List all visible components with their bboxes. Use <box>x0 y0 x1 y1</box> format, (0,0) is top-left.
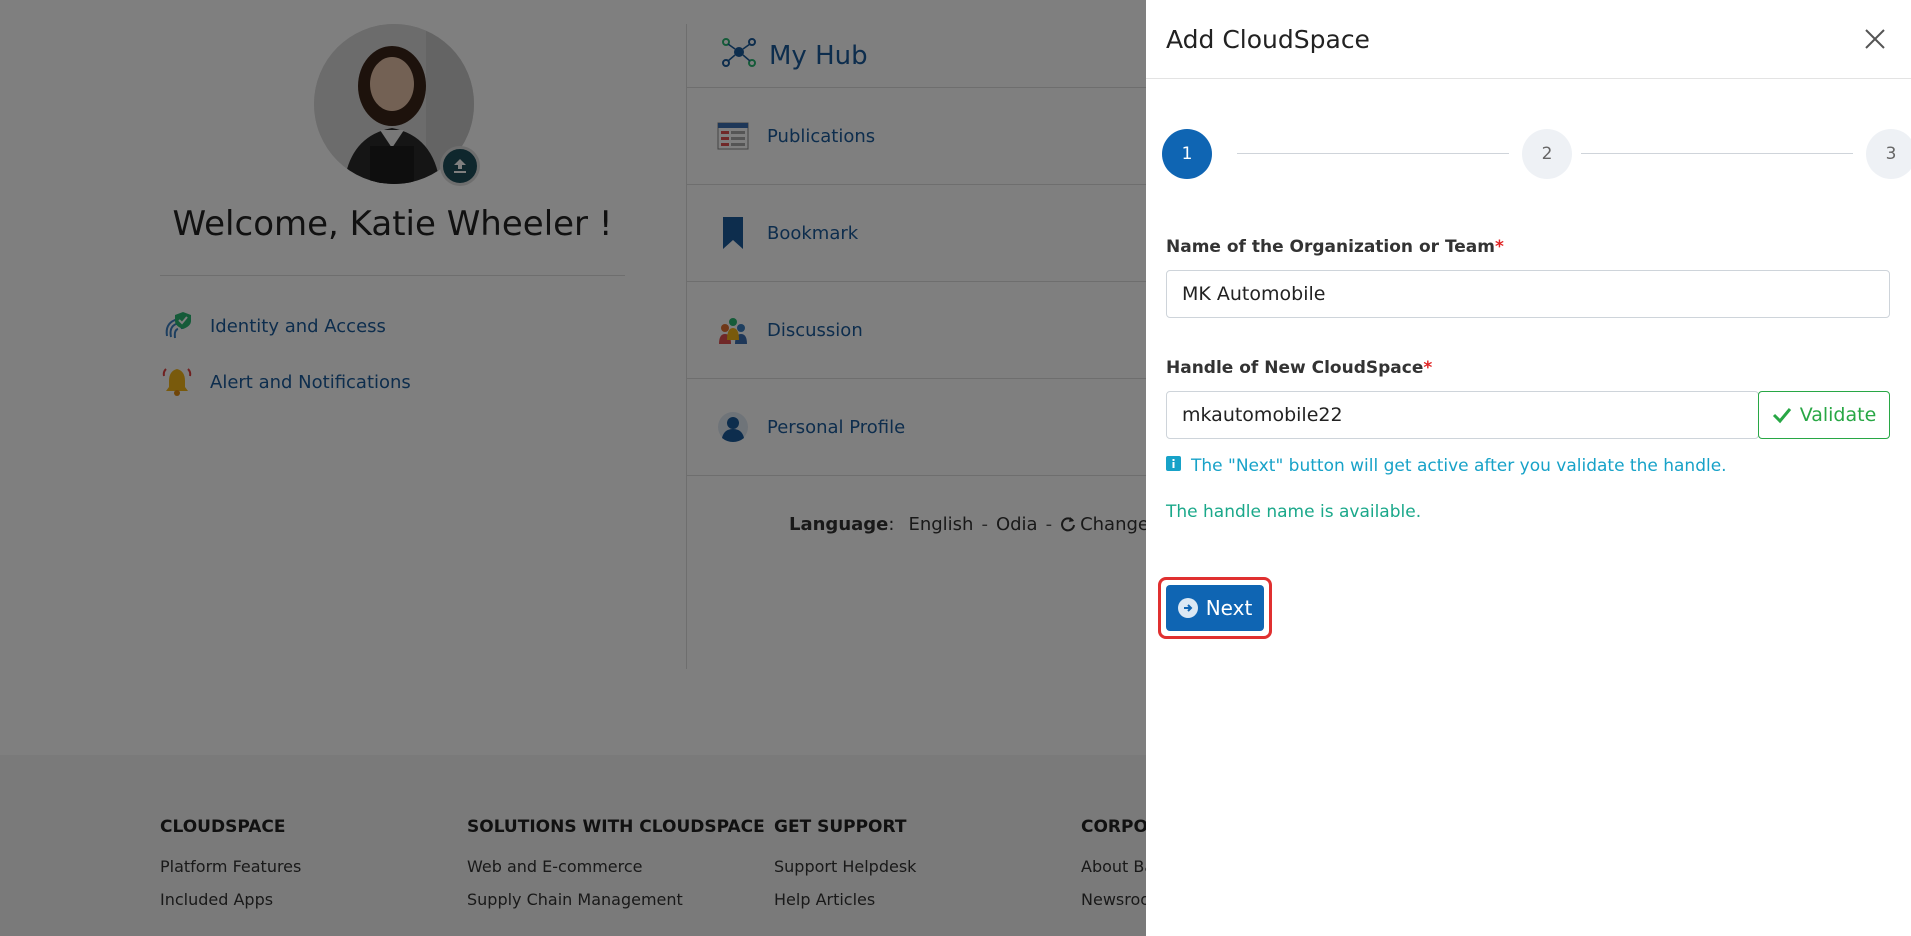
info-note: The "Next" button will get active after … <box>1166 456 1727 476</box>
close-icon <box>1865 29 1885 49</box>
org-name-label-text: Name of the Organization or Team <box>1166 237 1495 257</box>
required-mark: * <box>1495 237 1504 257</box>
info-icon <box>1166 456 1181 476</box>
panel-header: Add CloudSpace <box>1146 0 1911 79</box>
modal-backdrop[interactable] <box>0 0 1146 936</box>
required-mark: * <box>1423 358 1433 378</box>
step-connector <box>1581 153 1853 154</box>
handle-value: mkautomobile22 <box>1182 404 1343 426</box>
info-text: The "Next" button will get active after … <box>1191 456 1727 476</box>
stepper: 1 2 3 <box>1162 129 1911 179</box>
handle-input[interactable]: mkautomobile22 <box>1166 391 1759 439</box>
step-3: 3 <box>1866 129 1911 179</box>
panel-title: Add CloudSpace <box>1166 24 1370 54</box>
validate-label: Validate <box>1799 404 1877 426</box>
org-name-label: Name of the Organization or Team* <box>1166 237 1504 257</box>
add-cloudspace-panel: Add CloudSpace 1 2 3 Name of the Organiz… <box>1146 0 1911 936</box>
handle-label: Handle of New CloudSpace* <box>1166 358 1432 378</box>
step-connector <box>1237 153 1509 154</box>
org-name-input[interactable]: MK Automobile <box>1166 270 1890 318</box>
next-button[interactable]: Next <box>1166 585 1264 631</box>
step-2: 2 <box>1522 129 1572 179</box>
next-label: Next <box>1205 596 1253 620</box>
step-1: 1 <box>1162 129 1212 179</box>
handle-label-text: Handle of New CloudSpace <box>1166 358 1424 378</box>
arrow-right-circle-icon <box>1177 598 1198 618</box>
org-name-value: MK Automobile <box>1182 283 1326 305</box>
check-icon <box>1772 408 1791 424</box>
validate-button[interactable]: Validate <box>1758 391 1890 439</box>
close-button[interactable] <box>1861 25 1889 53</box>
availability-message: The handle name is available. <box>1166 502 1422 522</box>
